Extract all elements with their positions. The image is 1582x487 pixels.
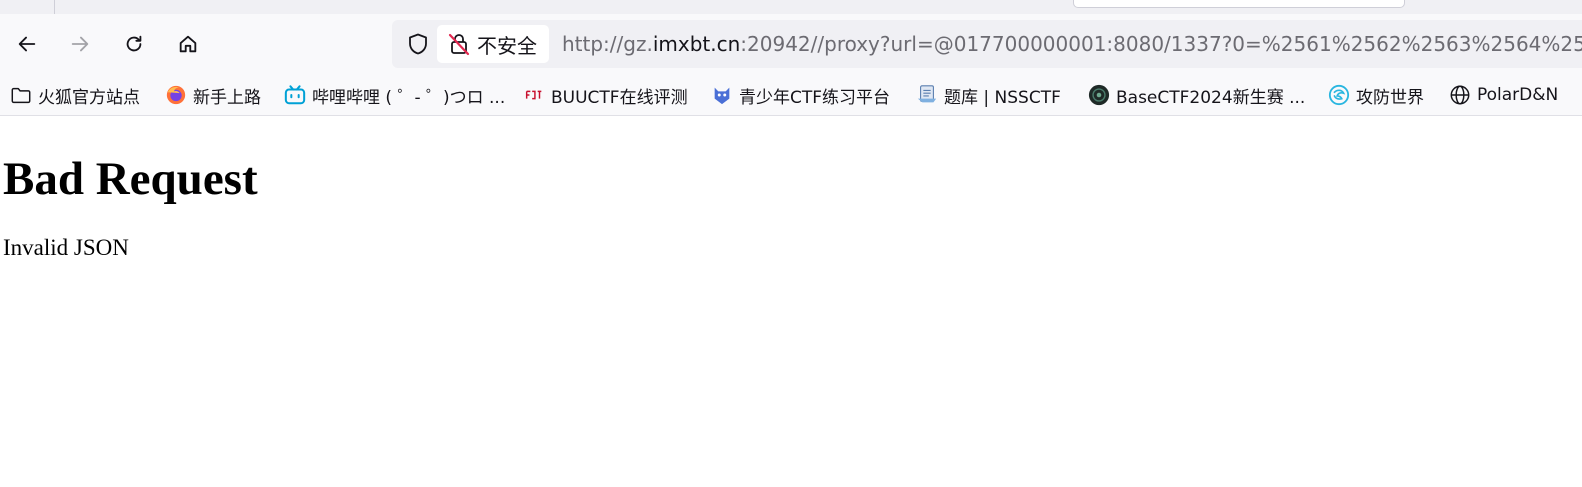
basectf-icon (1088, 84, 1110, 106)
error-message: Invalid JSON (3, 235, 129, 260)
bookmark-label: 青少年CTF练习平台 (739, 87, 891, 108)
adworld-icon (1328, 84, 1350, 106)
globe-icon (1449, 84, 1471, 106)
shield-icon[interactable] (406, 32, 430, 56)
reload-button[interactable] (118, 28, 150, 60)
bookmark-firefox-official[interactable]: 火狐官方站点 (10, 81, 140, 109)
reload-icon (126, 35, 142, 52)
url-rest: :20942//proxy?url=@017700000001:8080/133… (740, 32, 1582, 56)
url-domain: imxbt.cn (652, 32, 741, 56)
forward-button[interactable] (64, 28, 96, 60)
url-text[interactable]: http://gz.imxbt.cn:20942//proxy?url=@017… (562, 20, 1582, 68)
bookmark-nssctf[interactable]: 题库 | NSSCTF (916, 81, 1061, 109)
bookmark-label: 题库 | NSSCTF (944, 87, 1061, 108)
tab-strip (0, 0, 1582, 14)
page-title: Bad Request (3, 153, 258, 205)
bookmark-getting-started[interactable]: 新手上路 (165, 81, 261, 109)
insecure-label: 不安全 (477, 33, 537, 58)
bookmark-label: BaseCTF2024新生赛 ... (1116, 87, 1306, 108)
firefox-icon (165, 84, 187, 106)
bookmark-qsnctf[interactable]: 青少年CTF练习平台 (711, 81, 890, 109)
buuctf-icon (523, 84, 545, 106)
qsnctf-icon (711, 84, 733, 106)
tab-divider (54, 0, 55, 14)
bookmark-buuctf[interactable]: BUUCTF在线评测 (523, 81, 688, 109)
bilibili-icon (284, 84, 306, 106)
insecure-lock-icon (448, 33, 470, 56)
bookmark-basectf[interactable]: BaseCTF2024新生赛 ... (1088, 81, 1305, 109)
back-arrow-icon (18, 36, 36, 52)
address-bar[interactable]: 不安全 http://gz.imxbt.cn:20942//proxy?url=… (392, 20, 1582, 68)
bookmark-bilibili[interactable]: 哔哩哔哩 ( ゜- ゜)つロ ... (284, 81, 505, 109)
bookmark-polardn[interactable]: PolarD&N (1449, 81, 1558, 109)
bookmark-label: 火狐官方站点 (38, 87, 140, 108)
nssctf-icon (916, 84, 938, 106)
bookmark-label: 哔哩哔哩 ( ゜- ゜)つロ ... (312, 87, 506, 108)
back-button[interactable] (11, 28, 43, 60)
bookmark-label: PolarD&N (1477, 85, 1559, 105)
bookmark-label: 新手上路 (193, 87, 261, 108)
home-icon (179, 35, 197, 53)
connection-insecure-indicator[interactable]: 不安全 (437, 25, 549, 63)
bookmark-label: BUUCTF在线评测 (551, 87, 688, 108)
bookmark-label: 攻防世界 (1356, 87, 1424, 108)
bookmark-adworld[interactable]: 攻防世界 (1328, 81, 1424, 109)
bookmarks-toolbar: 火狐官方站点 新手上路 哔哩哔哩 ( ゜- ゜)つロ ... BUUCTF在线评… (0, 74, 1582, 116)
popup-edge (1073, 0, 1405, 8)
home-button[interactable] (172, 28, 204, 60)
folder-icon (10, 84, 32, 106)
page-content: Bad Request Invalid JSON (0, 117, 1582, 487)
url-prefix: http://gz. (562, 32, 653, 56)
forward-arrow-icon (71, 36, 89, 52)
navigation-toolbar: 不安全 http://gz.imxbt.cn:20942//proxy?url=… (0, 14, 1582, 74)
